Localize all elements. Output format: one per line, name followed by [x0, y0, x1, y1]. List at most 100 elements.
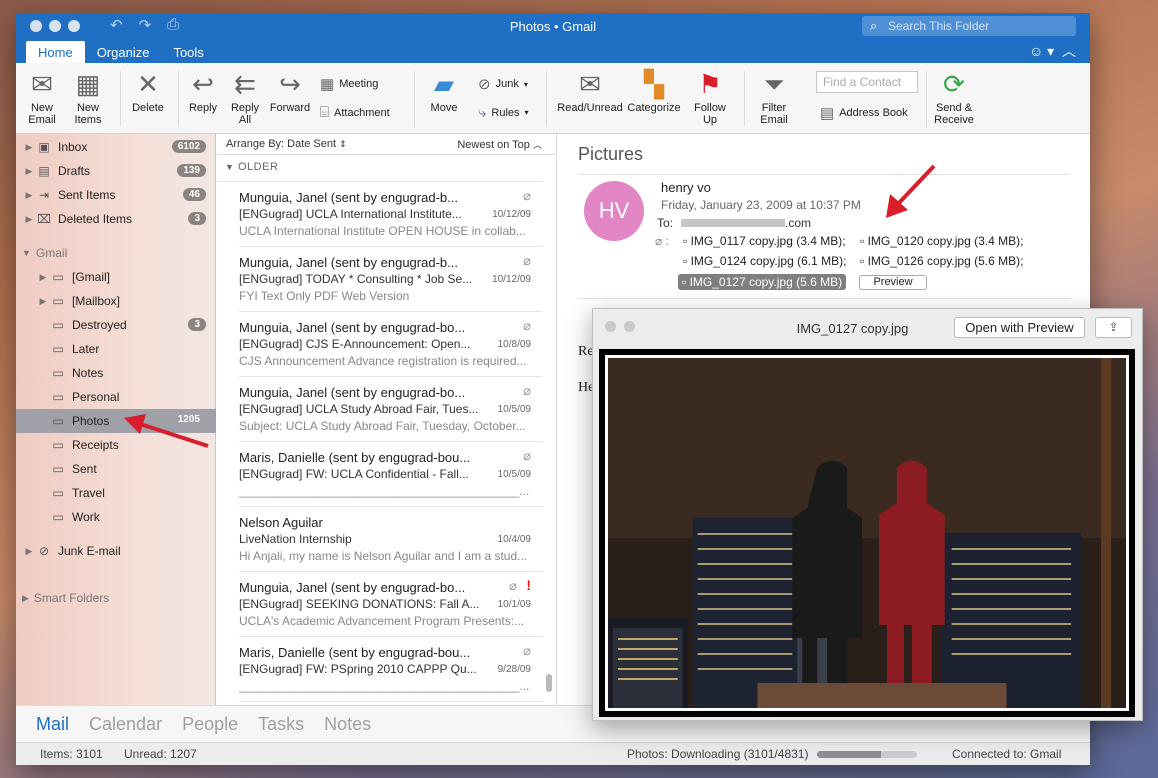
account-gmail[interactable]: ▼ Gmail	[22, 246, 67, 260]
folder-deleted-items[interactable]: ▶ ⌧ Deleted Items 3	[16, 208, 216, 230]
folder-work[interactable]: ▭ Work	[16, 506, 216, 528]
open-with-preview-button[interactable]: Open with Preview	[954, 317, 1085, 338]
tab-tools[interactable]: Tools	[161, 41, 215, 63]
nav-mail[interactable]: Mail	[36, 714, 69, 735]
filter-email-button[interactable]: ⏷ Filter Email	[754, 69, 794, 126]
address-book-button[interactable]: ▤ Address Book	[820, 104, 908, 122]
folder-icon: ▭	[52, 366, 64, 380]
nav-notes[interactable]: Notes	[324, 714, 371, 735]
attachment-icon: ⌀	[523, 383, 531, 398]
folder-receipts[interactable]: ▭ Receipts	[16, 434, 216, 456]
unread-count: 139	[177, 164, 206, 177]
attachment-icon: ⌀	[509, 578, 517, 593]
attachment-file[interactable]: ▫ IMG_0124 copy.jpg (6.1 MB);	[683, 254, 846, 268]
trash-icon: ⌧	[37, 212, 51, 226]
group-header[interactable]: ▼ OLDER	[225, 161, 278, 173]
tab-home[interactable]: Home	[26, 41, 85, 63]
meeting-button[interactable]: ▦ Meeting	[320, 75, 378, 93]
folder-icon: ▭	[52, 270, 64, 284]
attachment-file[interactable]: ▫ IMG_0117 copy.jpg (3.4 MB);	[683, 234, 846, 248]
folder-icon: ▭	[52, 294, 64, 308]
attachment-icon: ⌀	[523, 448, 531, 463]
arrange-by-dropdown[interactable]: Arrange By: Date Sent ⇕ Newest on Top ︿	[217, 134, 556, 155]
rules-button[interactable]: ⤷ Rules ▾	[478, 104, 529, 121]
sort-order-dropdown[interactable]: Newest on Top ︿	[457, 138, 542, 151]
expand-icon[interactable]: ▶	[22, 546, 36, 557]
expand-icon[interactable]: ▶	[22, 190, 36, 201]
junk-button[interactable]: ⊘ Junk ▾	[478, 75, 528, 93]
find-contact-input[interactable]: Find a Contact	[816, 71, 918, 93]
high-priority-icon: !	[526, 577, 531, 593]
list-item[interactable]: Nelson Aguilar LiveNation Internship 10/4/…	[239, 507, 543, 572]
folder-photos[interactable]: ▭ Photos 1205	[16, 409, 216, 433]
reply-all-button[interactable]: ⇇ Reply All	[226, 69, 264, 126]
attachment-file-selected[interactable]: ▫ IMG_0127 copy.jpg (5.6 MB)	[678, 274, 847, 290]
move-button[interactable]: ▰ Move	[424, 69, 464, 114]
title-bar: ↶ ↷ ⎙ Photos • Gmail ⌕ Search This Folde…	[16, 13, 1090, 63]
folder-mailbox[interactable]: ▶ ▭ [Mailbox]	[16, 290, 216, 312]
delete-button[interactable]: ✕ Delete	[128, 69, 168, 114]
smart-folders[interactable]: ▶ Smart Folders	[22, 591, 109, 605]
categorize-button[interactable]: ▚ Categorize	[626, 69, 682, 114]
list-scrollbar[interactable]	[546, 674, 552, 692]
folder-drafts[interactable]: ▶ ▤ Drafts 139	[16, 160, 216, 182]
sender-name[interactable]: henry vo	[661, 180, 711, 195]
folder-later[interactable]: ▭ Later	[16, 338, 216, 360]
attachment-button[interactable]: ⌸ Attachment	[320, 104, 390, 121]
download-status: Photos: Downloading (3101/4831)	[627, 747, 809, 761]
list-item[interactable]: Munguia, Janel (sent by engugrad-bo... ⌀!…	[239, 572, 543, 637]
reply-button[interactable]: ↩ Reply	[184, 69, 222, 114]
list-item[interactable]: Munguia, Janel (sent by engugrad-b... ⌀ [E…	[239, 182, 543, 247]
nav-tasks[interactable]: Tasks	[258, 714, 304, 735]
new-email-icon: ✉	[31, 69, 53, 99]
list-item[interactable]: Munguia, Janel (sent by engugrad-bo... ⌀[…	[239, 312, 543, 377]
read-unread-button[interactable]: ✉ Read/Unread	[557, 69, 623, 114]
expand-icon[interactable]: ▶	[36, 296, 50, 307]
nav-people[interactable]: People	[182, 714, 238, 735]
collapse-icon[interactable]: ▼	[22, 248, 31, 258]
expand-icon[interactable]: ▶	[22, 142, 36, 153]
folder-sent[interactable]: ▭ Sent	[16, 458, 216, 480]
list-item[interactable]: Maris, Danielle (sent by engugrad-bou...…	[239, 637, 543, 702]
folder-junk[interactable]: ▶ ⊘ Junk E-mail	[16, 540, 216, 562]
junk-icon: ⊘	[478, 76, 491, 93]
folder-icon: ▭	[52, 486, 64, 500]
feedback-smiley-icon[interactable]: ☺ ▾ ︿	[1029, 41, 1076, 61]
unread-count: 3	[188, 212, 206, 225]
attachment-file[interactable]: ▫ IMG_0120 copy.jpg (3.4 MB);	[860, 234, 1023, 248]
attachment-file[interactable]: ▫ IMG_0126 copy.jpg (5.6 MB);	[860, 254, 1023, 268]
nav-calendar[interactable]: Calendar	[89, 714, 162, 735]
folder-travel[interactable]: ▭ Travel	[16, 482, 216, 504]
filter-icon: ⏷	[763, 69, 785, 99]
expand-icon[interactable]: ▶	[36, 272, 50, 283]
preview-button[interactable]: Preview	[859, 275, 927, 290]
folder-notes[interactable]: ▭ Notes	[16, 362, 216, 384]
unread-count: 1205	[177, 414, 200, 425]
send-receive-button[interactable]: ⟳ Send & Receive	[932, 69, 976, 126]
folder-sent-items[interactable]: ▶ ⇥ Sent Items 46	[16, 184, 216, 206]
folder-personal[interactable]: ▭ Personal	[16, 386, 216, 408]
list-item[interactable]: Munguia, Janel (sent by engugrad-bo... ⌀[…	[239, 377, 543, 442]
expand-icon[interactable]: ▶	[22, 166, 36, 177]
folder-icon: ▭	[52, 510, 64, 524]
folder-inbox[interactable]: ▶ ▣ Inbox 6102	[16, 136, 216, 158]
new-items-button[interactable]: ▦ New Items	[68, 69, 108, 126]
tab-organize[interactable]: Organize	[85, 41, 162, 63]
expand-icon[interactable]: ▶	[22, 214, 36, 225]
list-item[interactable]: Munguia, Janel (sent by engugrad-b... ⌀ [E…	[239, 247, 543, 312]
move-folder-icon: ▰	[434, 69, 454, 99]
folder-gmail[interactable]: ▶ ▭ [Gmail]	[16, 266, 216, 288]
sent-date: Friday, January 23, 2009 at 10:37 PM	[661, 198, 861, 212]
folder-icon: ▭	[52, 390, 64, 404]
forward-button[interactable]: ↪ Forward	[268, 69, 312, 114]
share-icon[interactable]: ⇪	[1095, 317, 1132, 338]
ribbon-tabs: Home Organize Tools	[26, 41, 216, 63]
sync-icon: ⟳	[943, 69, 965, 99]
list-item[interactable]: Maris, Danielle (sent by engugrad-bou...…	[239, 442, 543, 507]
follow-up-button[interactable]: ⚑ Follow Up	[688, 69, 732, 126]
search-folder-input[interactable]: ⌕ Search This Folder	[862, 16, 1076, 36]
expand-icon[interactable]: ▶	[22, 593, 29, 604]
folder-destroyed[interactable]: ▭ Destroyed 3	[16, 314, 216, 336]
photo-preview	[599, 349, 1135, 717]
new-email-button[interactable]: ✉ New Email	[24, 69, 60, 126]
